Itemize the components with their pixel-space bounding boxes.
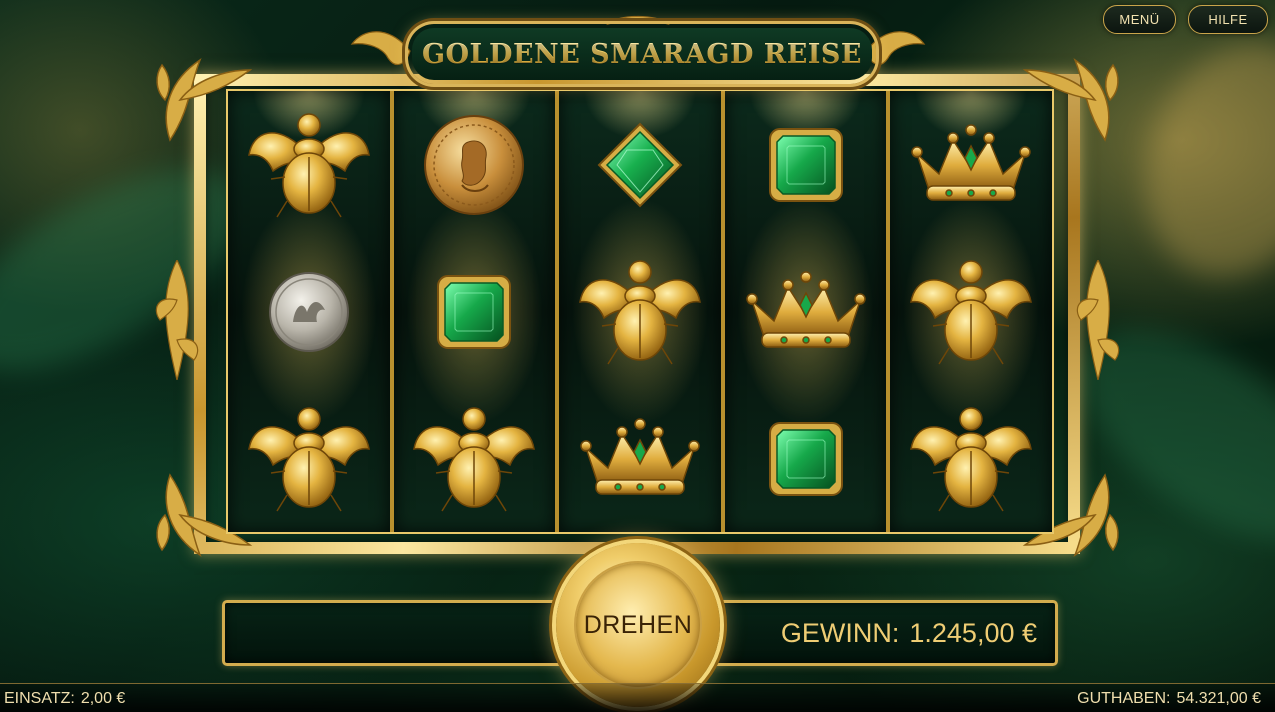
golden-scarab-icon [901, 247, 1041, 377]
menu-button-label: MENÜ [1119, 12, 1160, 27]
balance-label: GUTHABEN: [1077, 690, 1171, 707]
bet-display: EINSATZ: 2,00 € [4, 690, 125, 708]
spin-button-label: DREHEN [583, 610, 693, 639]
golden-scarab-icon [239, 394, 379, 524]
emerald-square-icon [404, 247, 544, 377]
help-button-label: HILFE [1208, 12, 1248, 27]
golden-scarab-icon [901, 394, 1041, 524]
win-amount: 1.245,00 € [909, 617, 1037, 648]
silver-coin-icon [239, 247, 379, 377]
bet-value: 2,00 € [80, 690, 126, 707]
balance-value: 54.321,00 € [1176, 690, 1261, 707]
win-display: GEWINN: 1.245,00 € [781, 603, 1037, 663]
footer-status-bar: EINSATZ: 2,00 € GUTHABEN: 54.321,00 € [0, 683, 1275, 712]
emerald-octagon-icon [570, 100, 710, 230]
reel-4 [724, 91, 887, 532]
game-title: GOLDENE SMARAGD REISE [421, 38, 863, 70]
golden-crown-icon [570, 394, 710, 524]
win-label: GEWINN: [780, 617, 900, 648]
bet-label: EINSATZ: [4, 690, 75, 707]
help-button[interactable]: HILFE [1188, 5, 1268, 34]
golden-scarab-icon [404, 394, 544, 524]
menu-button[interactable]: MENÜ [1103, 5, 1176, 34]
reel-5 [890, 91, 1052, 532]
balance-display: GUTHABEN: 54.321,00 € [1077, 690, 1261, 708]
silk-highlight [1114, 16, 1275, 304]
reel-grid [226, 89, 1054, 534]
reel-1 [228, 91, 390, 532]
spin-button-face: DREHEN [576, 563, 700, 687]
slot-game-screen: MENÜ HILFE GOLDENE SMARAGD REISE GEWINN:… [0, 0, 1275, 712]
reel-3 [559, 91, 721, 532]
golden-crown-icon [736, 247, 876, 377]
reel-2 [393, 91, 556, 532]
golden-crown-icon [901, 100, 1041, 230]
golden-scarab-icon [239, 100, 379, 230]
emerald-square-icon [736, 394, 876, 524]
emerald-square-icon [736, 100, 876, 230]
title-banner: GOLDENE SMARAGD REISE [408, 24, 876, 84]
golden-scarab-icon [570, 247, 710, 377]
gold-coin-icon [404, 100, 544, 230]
